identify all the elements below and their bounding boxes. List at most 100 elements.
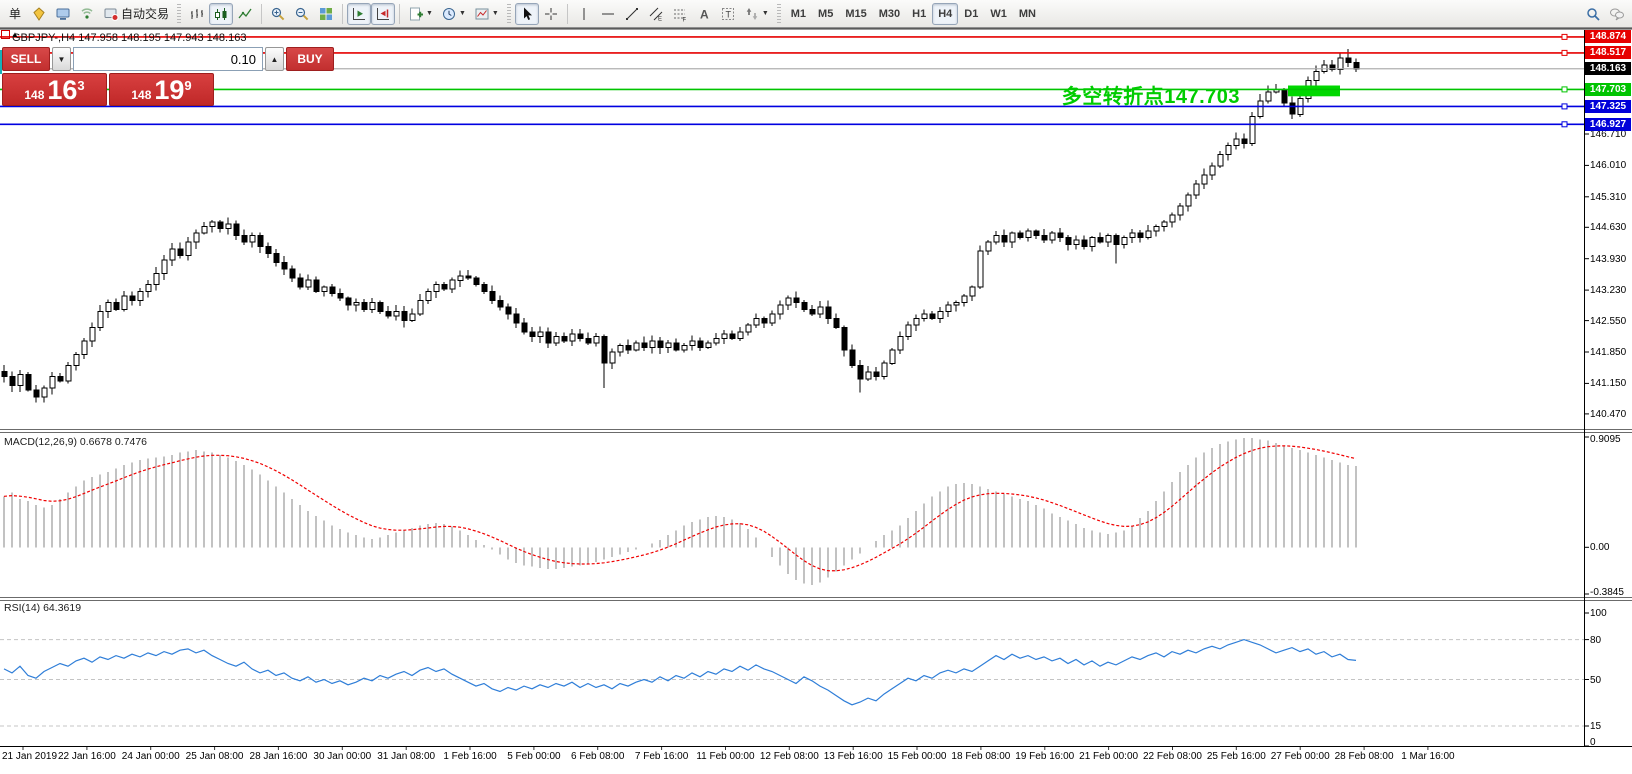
pivot-annotation: 多空转折点147.703 — [972, 80, 1240, 109]
vertical-line-button[interactable] — [572, 3, 596, 25]
volume-input[interactable] — [73, 47, 263, 71]
vline-icon — [576, 6, 592, 22]
buy-price[interactable]: 148 19 9 — [109, 73, 214, 106]
toolbar-separator — [261, 4, 262, 24]
price-axis[interactable] — [1584, 30, 1632, 746]
new-order-button[interactable]: 单 — [3, 3, 27, 25]
crosshair-button[interactable] — [539, 3, 563, 25]
cursor-button[interactable] — [515, 3, 539, 25]
dropdown-arrow-icon: ▼ — [762, 10, 769, 17]
templates-button[interactable]: ▼ — [470, 3, 503, 25]
arrows-button[interactable]: ▼ — [740, 3, 773, 25]
fibonacci-button[interactable]: F — [668, 3, 692, 25]
zoomin-icon — [270, 6, 286, 22]
chart-shift-button[interactable] — [371, 3, 395, 25]
panel-edge-accent — [0, 50, 2, 74]
svg-text:A: A — [700, 7, 709, 21]
dropdown-arrow-icon: ▼ — [492, 10, 499, 17]
candles-icon — [213, 6, 229, 22]
timeframe-h4-button[interactable]: H4 — [932, 3, 958, 25]
fibo-icon: F — [672, 6, 688, 22]
signal-icon — [79, 6, 95, 22]
buy-button[interactable]: BUY — [286, 47, 334, 71]
dropdown-arrow-icon: ▼ — [426, 10, 433, 17]
trendline-button[interactable] — [620, 3, 644, 25]
timeframe-m5-button[interactable]: M5 — [812, 3, 839, 25]
sell-button[interactable]: SELL — [2, 47, 50, 71]
svg-text:T: T — [725, 9, 731, 19]
sell-price[interactable]: 148 16 3 — [2, 73, 107, 106]
cursor-icon — [519, 6, 535, 22]
price-level-label: 146.927 — [1585, 118, 1631, 131]
text-label-button[interactable]: T — [716, 3, 740, 25]
autotrading-button-label: 自动交易 — [121, 5, 169, 22]
svg-text:F: F — [682, 17, 686, 22]
line-chart-button[interactable] — [233, 3, 257, 25]
svg-text:E: E — [658, 16, 662, 22]
community-chat-button[interactable] — [1605, 3, 1629, 25]
chart-window-icon — [1, 30, 10, 39]
sell-price-prefix: 148 — [24, 88, 44, 102]
terminal-icon — [55, 6, 71, 22]
chart-title: GBPJPY-,H4 147.958 148.195 147.943 148.1… — [12, 32, 246, 44]
bar-chart-button[interactable] — [185, 3, 209, 25]
toolbar-drag-handle[interactable] — [177, 4, 181, 24]
rsi-label: RSI(14) 64.3619 — [4, 602, 81, 614]
tile-windows-button[interactable] — [314, 3, 338, 25]
toolbar-drag-handle[interactable] — [507, 4, 511, 24]
price-level-label: 148.517 — [1585, 46, 1631, 59]
channel-icon: E — [648, 6, 664, 22]
autoscroll-icon — [351, 6, 367, 22]
zoom-in-button[interactable] — [266, 3, 290, 25]
toolbar-separator — [399, 4, 400, 24]
toolbar: 单 自动交易 ▼ ▼ ▼ E F A T ▼ M1M5M15M30H1H4D1W1MN — [0, 0, 1632, 28]
volume-decrease-button[interactable]: ▼ — [52, 47, 71, 71]
toolbar-drag-handle[interactable] — [777, 4, 781, 24]
timeframe-m1-button[interactable]: M1 — [785, 3, 812, 25]
periods-button[interactable]: ▼ — [437, 3, 470, 25]
template-icon — [474, 6, 490, 22]
clock-icon — [441, 6, 457, 22]
indicators-icon — [408, 6, 424, 22]
search-button[interactable] — [1581, 3, 1605, 25]
timeframe-w1-button[interactable]: W1 — [984, 3, 1013, 25]
indicators-button[interactable]: ▼ — [404, 3, 437, 25]
timeframe-d1-button[interactable]: D1 — [958, 3, 984, 25]
arrows-icon — [744, 6, 760, 22]
equidistant-channel-button[interactable]: E — [644, 3, 668, 25]
linechart-icon — [237, 6, 253, 22]
chat-icon — [1609, 6, 1625, 22]
terminal-button[interactable] — [51, 3, 75, 25]
chart-canvas[interactable] — [0, 0, 1632, 774]
meta-icon — [31, 6, 47, 22]
autotrading-button[interactable]: 自动交易 — [99, 3, 173, 25]
metaeditor-button[interactable] — [27, 3, 51, 25]
price-level-label: 147.325 — [1585, 100, 1631, 113]
text-button[interactable]: A — [692, 3, 716, 25]
horizontal-line-button[interactable] — [596, 3, 620, 25]
timeframe-mn-button[interactable]: MN — [1013, 3, 1042, 25]
hline-icon — [600, 6, 616, 22]
auto-scroll-button[interactable] — [347, 3, 371, 25]
zoom-out-button[interactable] — [290, 3, 314, 25]
dropdown-arrow-icon: ▼ — [459, 10, 466, 17]
timeframe-m15-button[interactable]: M15 — [839, 3, 872, 25]
price-level-label: 147.703 — [1585, 83, 1631, 96]
timeframe-h1-button[interactable]: H1 — [906, 3, 932, 25]
zoomout-icon — [294, 6, 310, 22]
one-click-trade-panel: SELL ▼ ▲ BUY 148 16 3 148 19 9 — [2, 47, 214, 106]
signals-button[interactable] — [75, 3, 99, 25]
time-axis[interactable] — [0, 747, 1584, 774]
price-level-label: 148.163 — [1585, 62, 1631, 75]
tile-icon — [318, 6, 334, 22]
trend-icon — [624, 6, 640, 22]
price-level-label: 148.874 — [1585, 30, 1631, 43]
new-order-button-label: 单 — [9, 5, 21, 22]
buy-price-prefix: 148 — [131, 88, 151, 102]
timeframe-m30-button[interactable]: M30 — [873, 3, 906, 25]
macd-label: MACD(12,26,9) 0.6678 0.7476 — [4, 436, 147, 448]
volume-increase-button[interactable]: ▲ — [265, 47, 284, 71]
toolbar-separator — [342, 4, 343, 24]
bars-icon — [189, 6, 205, 22]
candlestick-chart-button[interactable] — [209, 3, 233, 25]
